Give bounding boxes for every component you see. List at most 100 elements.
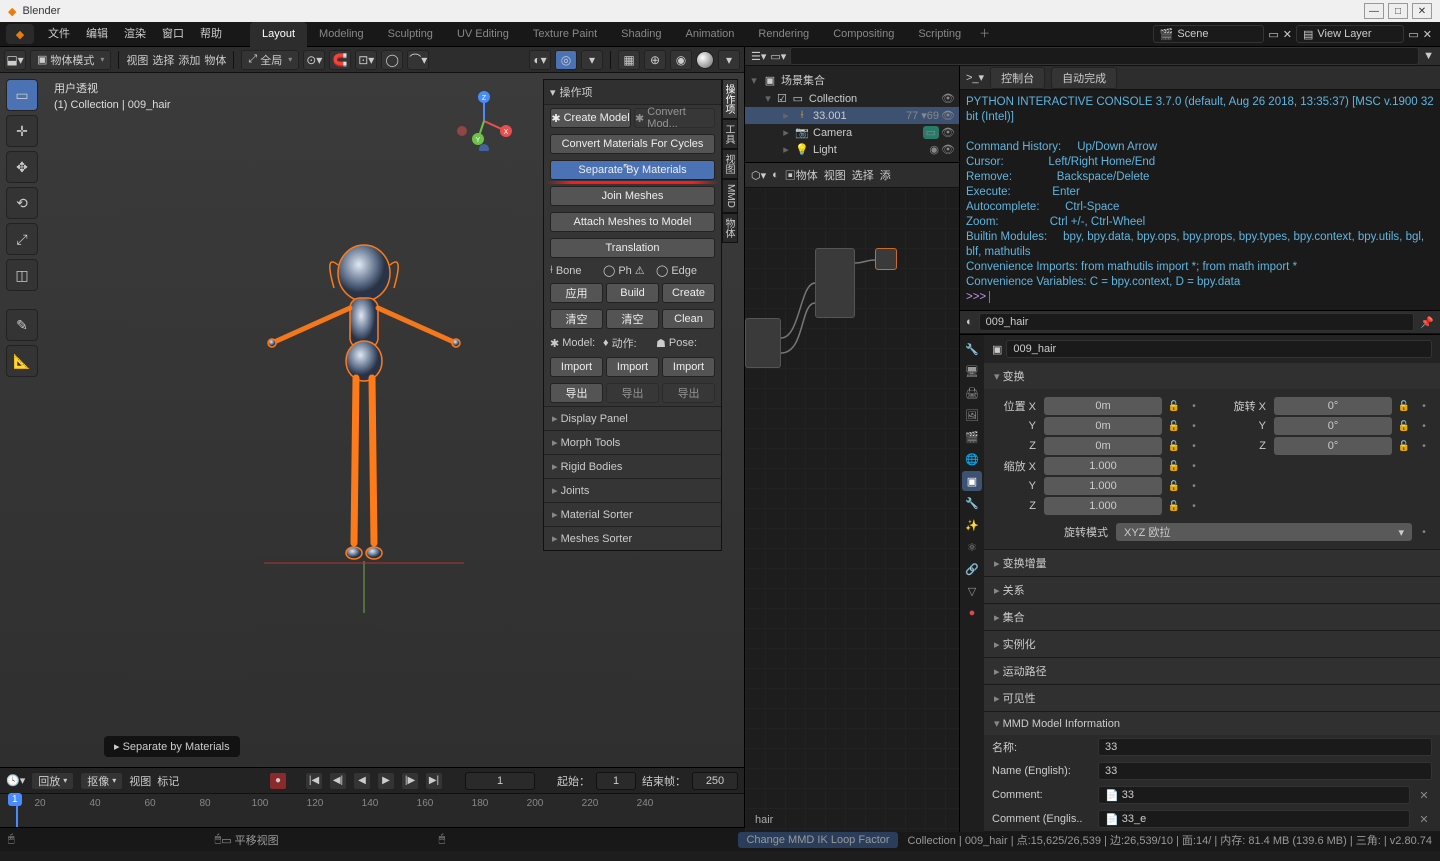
prop-tab-particles[interactable]: ✨	[962, 515, 982, 535]
tab-layout[interactable]: Layout	[250, 22, 307, 47]
tl-start-frame[interactable]: 1	[596, 772, 636, 790]
prop-tab-modifiers[interactable]: 🔧	[962, 493, 982, 513]
build-button[interactable]: Build	[606, 283, 659, 303]
tab-texturepaint[interactable]: Texture Paint	[521, 22, 609, 47]
outliner-search[interactable]	[790, 47, 1419, 65]
lock-icon[interactable]: 🔓	[1166, 478, 1182, 494]
menu-window[interactable]: 窗口	[154, 22, 192, 47]
apply-button[interactable]: 应用	[550, 283, 603, 303]
loc-x[interactable]: 0m	[1044, 397, 1162, 415]
snap-icon[interactable]: 🧲	[329, 50, 351, 70]
tool-rotate[interactable]: ⟲	[6, 187, 38, 219]
viewlayer-browse-icon[interactable]: ▭	[1408, 28, 1418, 41]
snap-target-icon[interactable]: ⊡▾	[355, 50, 377, 70]
lock-icon[interactable]: 🔓	[1166, 438, 1182, 454]
node-mode[interactable]: ▣物体	[785, 167, 818, 183]
tl-jump-start[interactable]: |◀	[305, 772, 323, 790]
checkbox-icon[interactable]: ☑	[777, 92, 787, 105]
panel-matsort[interactable]: Material Sorter	[544, 502, 721, 526]
tl-current-frame[interactable]: 1	[465, 772, 535, 790]
panel-rigid[interactable]: Rigid Bodies	[544, 454, 721, 478]
translation-button[interactable]: Translation	[550, 238, 715, 258]
outliner-display-mode-icon[interactable]: ▭▾	[770, 50, 786, 63]
tl-cursor[interactable]: 1	[16, 794, 18, 827]
create-model-button[interactable]: ✱ Create Model	[550, 108, 631, 128]
node-shadertype-icon[interactable]: ◐	[772, 169, 779, 181]
import2-button[interactable]: Import	[606, 357, 659, 377]
ne-select[interactable]: 选择	[852, 167, 874, 183]
viewlayer-input[interactable]	[1317, 28, 1397, 40]
vp-menu-object[interactable]: 物体	[204, 52, 226, 68]
panel-morph[interactable]: Morph Tools	[544, 430, 721, 454]
scl-y[interactable]: 1.000	[1044, 477, 1162, 495]
xray-icon[interactable]: ▦	[618, 50, 640, 70]
editor-type-icon[interactable]: ⬓▾	[4, 50, 26, 70]
tool-select-box[interactable]: ▭	[6, 79, 38, 111]
console-editor-type-icon[interactable]: >_▾	[966, 71, 984, 84]
proportional-icon[interactable]: ◯	[381, 50, 403, 70]
ntab-mmd[interactable]: MMD	[722, 179, 738, 213]
panel-mmd[interactable]: MMD Model Information	[984, 712, 1440, 735]
vp-menu-add[interactable]: 添加	[178, 52, 200, 68]
prop-tab-object[interactable]: ▣	[962, 471, 982, 491]
tool-transform[interactable]: ◫	[6, 259, 38, 291]
prop-tab-constraints[interactable]: 🔗	[962, 559, 982, 579]
tab-sculpting[interactable]: Sculpting	[376, 22, 445, 47]
mmd-comment-input[interactable]: 📄 33	[1098, 786, 1410, 804]
shading-wire-icon[interactable]: ⊕	[644, 50, 666, 70]
prop-tab-material[interactable]: ●	[962, 603, 982, 623]
object-name-input[interactable]: 009_hair	[1006, 340, 1432, 358]
clear1-button[interactable]: 清空	[550, 309, 603, 329]
prop-tab-render[interactable]: 🖥	[962, 361, 982, 381]
prop-tab-output[interactable]: 🖨	[962, 383, 982, 403]
ne-view[interactable]: 视图	[824, 167, 846, 183]
shading-material-icon[interactable]	[696, 51, 714, 69]
panel-display[interactable]: Display Panel	[544, 406, 721, 430]
vp-menu-select[interactable]: 选择	[152, 52, 174, 68]
pivot-icon[interactable]: ⊙▾	[303, 50, 325, 70]
eye-icon[interactable]: 👁	[941, 143, 955, 156]
node-editor-type-icon[interactable]: ⬡▾	[751, 169, 766, 182]
timeline-editor-type-icon[interactable]: 🕓▾	[6, 774, 25, 787]
mmd-commentE-input[interactable]: 📄 33_e	[1098, 810, 1410, 828]
prop-tab-scene[interactable]: 🎬	[962, 427, 982, 447]
tab-uvediting[interactable]: UV Editing	[445, 22, 521, 47]
console-tab[interactable]: 控制台	[990, 67, 1045, 89]
node-output[interactable]	[875, 248, 897, 270]
ne-add[interactable]: 添	[880, 167, 891, 183]
node-editor[interactable]: hair	[745, 188, 959, 832]
ntab-view[interactable]: 视图	[722, 149, 738, 179]
lock-icon[interactable]: 🔓	[1166, 398, 1182, 414]
viewport-3d[interactable]: 用户透视 (1) Collection | 009_hair ▦ 📷 ✋ 🔍 Z…	[44, 73, 744, 767]
tab-modeling[interactable]: Modeling	[307, 22, 376, 47]
menu-file[interactable]: 文件	[40, 22, 78, 47]
ntab-tool[interactable]: 工具	[722, 119, 738, 149]
rot-x[interactable]: 0°	[1274, 397, 1392, 415]
prop-tab-data[interactable]: ▽	[962, 581, 982, 601]
vp-menu-view[interactable]: 视图	[126, 52, 148, 68]
eye-icon[interactable]: 👁	[941, 92, 955, 105]
tool-measure[interactable]: 📐	[6, 345, 38, 377]
node-input[interactable]	[745, 318, 781, 368]
clear2-button[interactable]: 清空	[606, 309, 659, 329]
outliner-editor-type-icon[interactable]: ☰▾	[751, 50, 766, 63]
proportional-type-icon[interactable]: ⌒▾	[407, 50, 429, 70]
convert-cycles-button[interactable]: Convert Materials For Cycles	[550, 134, 715, 154]
panel-joints[interactable]: Joints	[544, 478, 721, 502]
lock-icon[interactable]: 🔓	[1166, 498, 1182, 514]
ntab-op[interactable]: 操作项	[722, 79, 738, 119]
menu-render[interactable]: 渲染	[116, 22, 154, 47]
panel-transform[interactable]: 变换	[984, 363, 1440, 389]
last-operator-hint[interactable]: ▸ Separate by Materials	[104, 736, 240, 757]
tl-end-frame[interactable]: 250	[692, 772, 738, 790]
outliner-filter-icon[interactable]: ▼	[1423, 50, 1434, 62]
loc-y[interactable]: 0m	[1044, 417, 1162, 435]
rotmode-select[interactable]: XYZ 欧拉▾	[1116, 523, 1412, 541]
node-shader[interactable]	[815, 248, 855, 318]
tl-playback[interactable]: 回放	[31, 772, 74, 790]
lock-icon[interactable]: 🔓	[1396, 398, 1412, 414]
tl-play-rev[interactable]: ◀	[353, 772, 371, 790]
nav-gizmo[interactable]: Z X Y	[454, 91, 514, 151]
tab-add[interactable]: ＋	[973, 22, 996, 47]
clear-icon[interactable]: ✕	[1416, 789, 1432, 802]
